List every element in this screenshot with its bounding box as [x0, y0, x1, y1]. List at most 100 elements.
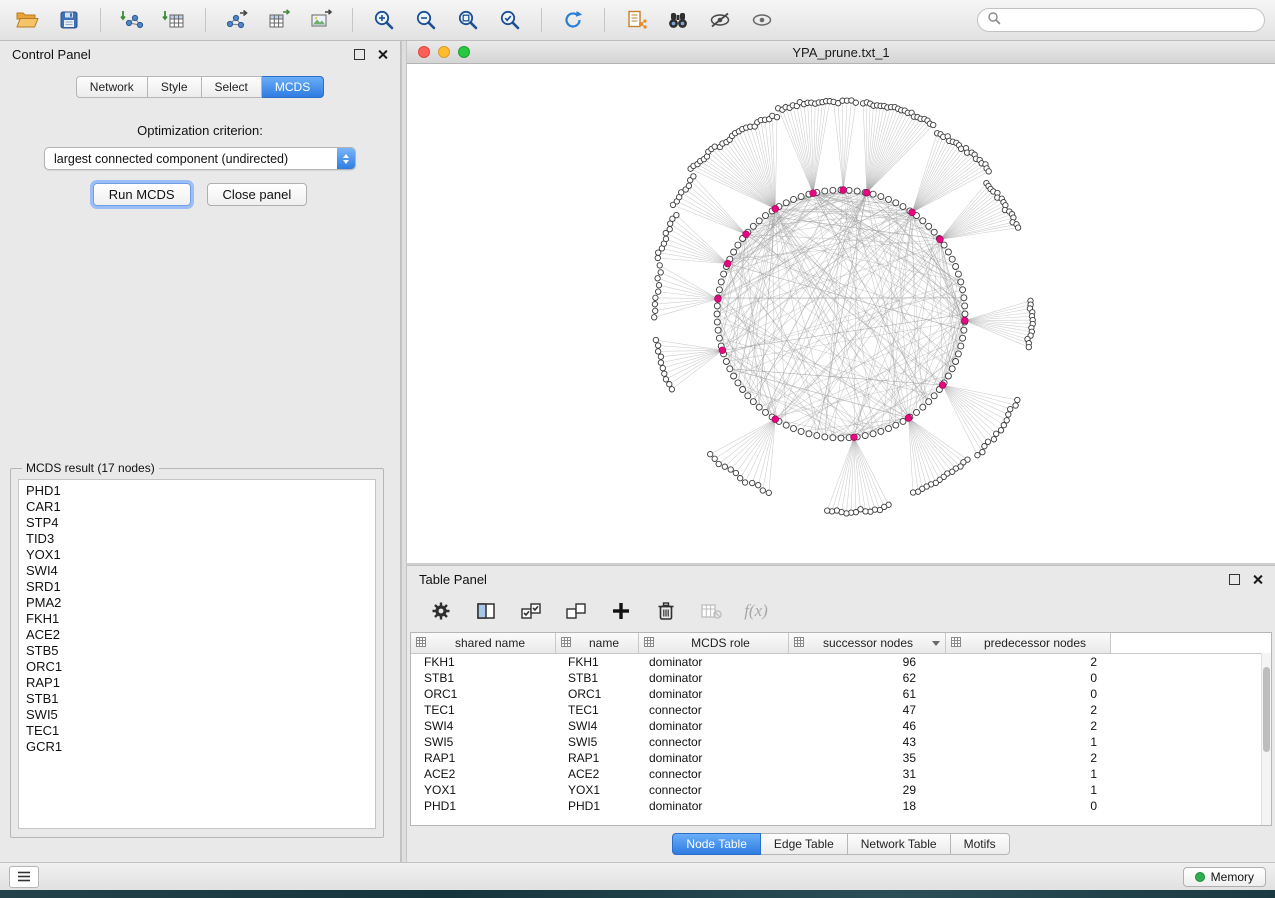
window-close-light[interactable] — [418, 46, 430, 58]
delete-row-icon[interactable] — [652, 597, 680, 625]
search-box[interactable] — [977, 8, 1265, 32]
memory-button[interactable]: Memory — [1183, 867, 1266, 887]
table-row[interactable]: STB1STB1dominator620 — [411, 670, 1271, 686]
column-header-label: successor nodes — [808, 636, 928, 650]
mcds-result-item[interactable]: SWI5 — [19, 707, 375, 723]
search-input[interactable] — [1007, 12, 1255, 28]
table-cell: STB1 — [556, 671, 639, 685]
save-session-icon[interactable] — [52, 5, 86, 35]
window-zoom-light[interactable] — [458, 46, 470, 58]
table-row[interactable]: SWI5SWI5connector431 — [411, 734, 1271, 750]
table-cell: dominator — [639, 719, 789, 733]
mcds-result-item[interactable]: CAR1 — [19, 499, 375, 515]
mcds-result-item[interactable]: STB1 — [19, 691, 375, 707]
table-cell: 2 — [946, 719, 1111, 733]
scrollbar-thumb[interactable] — [1263, 667, 1270, 752]
table-tab-edge-table[interactable]: Edge Table — [761, 833, 848, 855]
mcds-result-item[interactable]: STB5 — [19, 643, 375, 659]
table-tab-node-table[interactable]: Node Table — [672, 833, 761, 855]
mcds-result-item[interactable]: PMA2 — [19, 595, 375, 611]
table-scrollbar[interactable] — [1261, 653, 1271, 825]
export-image-icon[interactable] — [304, 5, 338, 35]
mcds-result-item[interactable]: PHD1 — [19, 483, 375, 499]
document-share-icon[interactable] — [619, 5, 653, 35]
float-table-panel-icon[interactable] — [1229, 574, 1240, 585]
show-details-icon[interactable] — [745, 5, 779, 35]
mcds-result-item[interactable]: TEC1 — [19, 723, 375, 739]
mcds-result-item[interactable]: ORC1 — [19, 659, 375, 675]
export-network-icon[interactable] — [220, 5, 254, 35]
hide-details-icon[interactable] — [703, 5, 737, 35]
mcds-result-item[interactable]: FKH1 — [19, 611, 375, 627]
zoom-in-icon[interactable] — [367, 5, 401, 35]
refresh-icon[interactable] — [556, 5, 590, 35]
criterion-select[interactable]: largest connected component (undirected) — [44, 147, 356, 170]
column-header-successor-nodes[interactable]: successor nodes — [789, 633, 946, 653]
add-row-icon[interactable] — [607, 597, 635, 625]
zoom-out-icon[interactable] — [409, 5, 443, 35]
column-header-MCDS-role[interactable]: MCDS role — [639, 633, 789, 653]
table-row[interactable]: SWI4SWI4dominator462 — [411, 718, 1271, 734]
table-cell: dominator — [639, 655, 789, 669]
table-row[interactable]: YOX1YOX1connector291 — [411, 782, 1271, 798]
window-minimize-light[interactable] — [438, 46, 450, 58]
table-tab-motifs[interactable]: Motifs — [951, 833, 1010, 855]
settings-icon[interactable] — [427, 597, 455, 625]
table-cell: dominator — [639, 799, 789, 813]
mcds-result-item[interactable]: TID3 — [19, 531, 375, 547]
show-columns-icon[interactable] — [472, 597, 500, 625]
mcds-result-item[interactable]: YOX1 — [19, 547, 375, 563]
column-header-predecessor-nodes[interactable]: predecessor nodes — [946, 633, 1111, 653]
tab-select[interactable]: Select — [202, 76, 262, 98]
mcds-result-item[interactable]: STP4 — [19, 515, 375, 531]
table-row[interactable]: TEC1TEC1connector472 — [411, 702, 1271, 718]
mcds-result-item[interactable]: SRD1 — [19, 579, 375, 595]
find-icon[interactable] — [661, 5, 695, 35]
table-cell: 2 — [946, 751, 1111, 765]
sort-dropdown-icon[interactable] — [932, 641, 940, 646]
export-table-icon[interactable] — [262, 5, 296, 35]
close-panel-button[interactable]: Close panel — [207, 183, 308, 206]
mcds-result-list[interactable]: PHD1CAR1STP4TID3YOX1SWI4SRD1PMA2FKH1ACE2… — [18, 479, 376, 829]
network-canvas[interactable] — [407, 63, 1275, 563]
open-folder-icon[interactable] — [10, 5, 44, 35]
import-table-icon[interactable] — [157, 5, 191, 35]
column-header-name[interactable]: name — [556, 633, 639, 653]
tab-network[interactable]: Network — [76, 76, 148, 98]
main-toolbar-bar — [0, 0, 1275, 41]
mcds-result-item[interactable]: SWI4 — [19, 563, 375, 579]
table-cell: 31 — [789, 767, 946, 781]
close-table-panel-icon[interactable] — [1252, 574, 1263, 585]
status-menu-button[interactable] — [9, 866, 39, 888]
tab-style[interactable]: Style — [148, 76, 202, 98]
run-mcds-button[interactable]: Run MCDS — [93, 183, 191, 206]
import-network-icon[interactable] — [115, 5, 149, 35]
mcds-result-item[interactable]: RAP1 — [19, 675, 375, 691]
mcds-result-item[interactable]: GCR1 — [19, 739, 375, 755]
table-row[interactable]: ACE2ACE2connector311 — [411, 766, 1271, 782]
select-all-icon[interactable] — [517, 597, 545, 625]
table-cell: PHD1 — [556, 799, 639, 813]
mcds-result-item[interactable]: ACE2 — [19, 627, 375, 643]
table-row[interactable]: ORC1ORC1dominator610 — [411, 686, 1271, 702]
main-toolbar — [10, 5, 779, 35]
zoom-selected-icon[interactable] — [493, 5, 527, 35]
table-row[interactable]: PHD1PHD1dominator180 — [411, 798, 1271, 814]
table-tab-network-table[interactable]: Network Table — [848, 833, 951, 855]
table-header-row: shared name nameMCDS role successor nodes p… — [411, 633, 1271, 654]
unselect-all-icon[interactable] — [562, 597, 590, 625]
column-header-label: shared name — [430, 636, 550, 650]
float-panel-icon[interactable] — [354, 49, 365, 60]
memory-status-icon — [1195, 872, 1205, 882]
table-row[interactable]: RAP1RAP1dominator352 — [411, 750, 1271, 766]
tab-mcds[interactable]: MCDS — [262, 76, 324, 98]
column-header-shared-name[interactable]: shared name — [411, 633, 556, 653]
table-cell: TEC1 — [556, 703, 639, 717]
table-cell: 18 — [789, 799, 946, 813]
zoom-fit-icon[interactable] — [451, 5, 485, 35]
close-panel-icon[interactable] — [377, 49, 388, 60]
control-panel-header: Control Panel — [0, 41, 400, 67]
column-header-label: predecessor nodes — [965, 636, 1105, 650]
application-window: Control Panel NetworkStyleSelectMCDS Opt… — [0, 0, 1275, 898]
table-row[interactable]: FKH1FKH1dominator962 — [411, 654, 1271, 670]
